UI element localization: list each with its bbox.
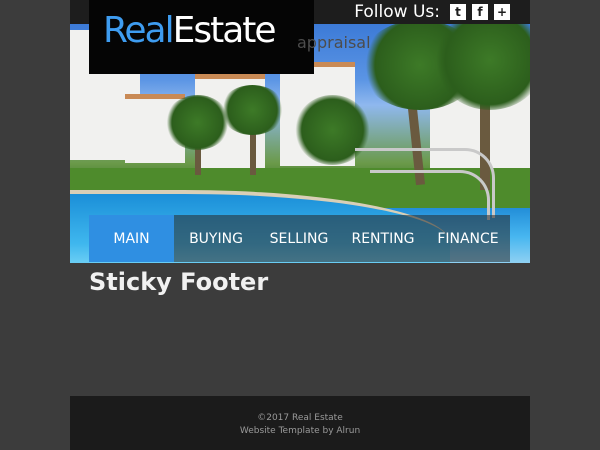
nav-item-renting[interactable]: RENTING [340,215,426,262]
villa-roof [125,94,185,99]
logo-text-estate: Estate [172,10,277,51]
follow-us: Follow Us: t f + [354,1,510,23]
page-title: Sticky Footer [89,268,269,296]
footer-credit: Website Template by Alrun [239,426,361,436]
footer-copyright: ©2017 Real Estate [257,413,343,423]
nav-item-selling[interactable]: SELLING [258,215,340,262]
page-wrapper: RealEstate appraisal Follow Us: t f + MA… [70,0,530,450]
follow-us-label: Follow Us: [354,2,440,22]
palm-leaves [220,85,285,135]
logo-subtitle: appraisal [297,33,371,52]
nav-item-main[interactable]: MAIN [89,215,174,262]
villa-roof [195,74,265,79]
nav-item-buying[interactable]: BUYING [174,215,258,262]
nav-item-finance[interactable]: FINANCE [426,215,510,262]
palm-leaves [165,95,230,150]
facebook-icon[interactable]: f [472,4,488,20]
site-logo[interactable]: RealEstate [89,0,314,74]
logo-text: RealEstate [103,10,277,51]
google-plus-icon[interactable]: + [494,4,510,20]
pool-rail [370,170,490,220]
logo-text-real: Real [103,10,175,51]
main-nav: MAIN BUYING SELLING RENTING FINANCE [89,215,510,262]
twitter-icon[interactable]: t [450,4,466,20]
footer: ©2017 Real Estate Website Template by Al… [70,396,530,450]
